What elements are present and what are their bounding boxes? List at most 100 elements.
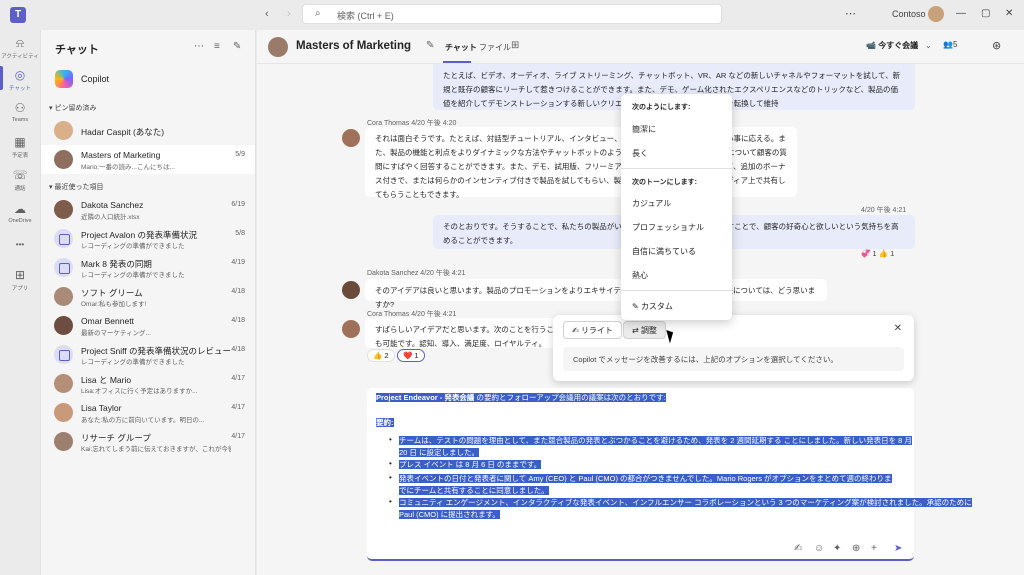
settings-more-button[interactable]: ⋯: [845, 7, 856, 20]
filter-icon[interactable]: ≡: [214, 41, 220, 52]
avatar: [54, 374, 73, 393]
chat-date: 4/17: [231, 404, 245, 411]
chat-date: 4/17: [231, 375, 245, 382]
people-button[interactable]: 👥5: [943, 40, 957, 49]
bell-icon: ⍾: [16, 36, 24, 50]
menu-item-confident[interactable]: 自信に満ちている: [632, 246, 696, 257]
meeting-chat-icon: [54, 258, 73, 277]
recent-section-header[interactable]: ▾ 最近使った項目: [49, 182, 103, 192]
reactions[interactable]: 💞 1 👍 1: [861, 249, 894, 258]
close-window-button[interactable]: ✕: [1005, 8, 1013, 19]
chat-name: Lisa Taylor: [81, 403, 122, 413]
adjust-button[interactable]: ⇄ 調整: [623, 321, 666, 339]
send-icon[interactable]: ➤: [894, 543, 902, 554]
back-arrow-icon[interactable]: ‹: [265, 8, 269, 20]
chat-preview: Omar:私も参加します!: [81, 301, 147, 308]
menu-item-custom[interactable]: ✎ カスタム: [632, 301, 673, 312]
page-title: Masters of Marketing: [296, 40, 412, 52]
copilot-hint: Copilot でメッセージを改善するには、上記のオプションを選択してください。: [563, 347, 904, 371]
menu-item-professional[interactable]: プロフェッショナル: [632, 222, 704, 233]
rail-label: OneDrive: [8, 218, 32, 224]
close-icon[interactable]: ✕: [894, 323, 902, 334]
rail-calls[interactable]: ☏ 通話: [0, 168, 40, 192]
rail-calendar[interactable]: ▦ 予定表: [0, 135, 40, 159]
bullet-text: でにチームと共有することに同意しました。: [399, 486, 549, 495]
add-icon[interactable]: +: [871, 543, 877, 554]
chat-preview: レコーディングの準備ができました: [81, 272, 185, 279]
chat-date: 4/17: [231, 433, 245, 440]
pinned-section-header[interactable]: ▾ ピン留め済み: [49, 103, 96, 113]
list-item[interactable]: Project Sniff の発表準備状況のレビュー レコーディングの準備ができ…: [41, 340, 255, 369]
menu-section-header: 次のトーンにします:: [632, 179, 697, 186]
menu-section-header: 次のようにします:: [632, 104, 691, 111]
avatar: [342, 129, 360, 147]
list-item[interactable]: Hadar Caspit (あなた): [41, 116, 255, 145]
copilot-compose-icon[interactable]: ✦: [833, 543, 841, 554]
message-meta: 4/20 午後 4:21: [861, 207, 907, 214]
search-input[interactable]: ⌕ 検索 (Ctrl + E): [302, 4, 722, 24]
apps-icon: ⊞: [14, 268, 26, 282]
reaction-like[interactable]: 👍 2: [367, 349, 395, 362]
reaction-heart[interactable]: ❤️ 1: [397, 349, 425, 362]
rewrite-button[interactable]: ✍ リライト: [563, 321, 622, 339]
menu-item-enthusiastic[interactable]: 熱心: [632, 270, 648, 281]
rail-onedrive[interactable]: ☁ OneDrive: [0, 202, 40, 224]
rail-label: アプリ: [11, 286, 29, 292]
list-item[interactable]: Mark 8 発表の同期 レコーディングの準備ができました 4/19: [41, 253, 255, 282]
meet-now-button[interactable]: 📹 今すぐ会議: [866, 40, 918, 51]
menu-item-concise[interactable]: 簡潔に: [632, 124, 656, 135]
avatar: [54, 316, 73, 335]
rail-label: 予定表: [11, 153, 29, 159]
rail-more[interactable]: •••: [0, 238, 40, 249]
copilot-item[interactable]: Copilot: [55, 70, 255, 92]
meet-now-label: 今すぐ会議: [878, 41, 919, 50]
list-item[interactable]: ソフト グリーム Omar:私も参加します! 4/18: [41, 282, 255, 311]
org-name[interactable]: Contoso: [892, 9, 926, 19]
chat-preview: レコーディングの準備ができました: [81, 359, 185, 366]
compose-line: 要約:: [376, 417, 394, 429]
minimize-button[interactable]: —: [956, 8, 966, 19]
format-icon[interactable]: ✍: [794, 543, 802, 554]
menu-item-casual[interactable]: カジュアル: [632, 198, 671, 209]
chat-preview: Lisa:オフィスに行く予定はありますか...: [81, 388, 198, 395]
avatar[interactable]: [928, 6, 944, 22]
app-rail: ⍾ アクティビティ ◎ チャット ⚇ Teams ▦ 予定表 ☏ 通話 ☁ On…: [0, 30, 40, 575]
rail-apps[interactable]: ⊞ アプリ: [0, 268, 40, 292]
bullet-text: コミュニティ エンゲージメント、インタラクティブな発表イベント、インフルエンサー…: [399, 498, 972, 507]
list-item[interactable]: Omar Bennett 最新のマーケティング... 4/18: [41, 311, 255, 340]
restore-button[interactable]: ▢: [981, 8, 990, 19]
chat-name: Omar Bennett: [81, 316, 134, 326]
new-chat-icon[interactable]: ✎: [233, 41, 241, 52]
tab-chat[interactable]: チャット: [445, 42, 477, 53]
avatar: [342, 320, 360, 338]
rail-chat[interactable]: ◎ チャット: [0, 68, 40, 92]
compose-box[interactable]: Project Endeavor - 発表会議 の要約とフォローアップ会議用の議…: [367, 388, 972, 561]
chevron-down-icon[interactable]: ⌄: [925, 41, 932, 50]
tab-files[interactable]: ファイル: [479, 42, 511, 53]
list-item[interactable]: Dakota Sanchez 近隣の人口統計.xlsx 6/19: [41, 195, 255, 224]
list-item[interactable]: Masters of Marketing Mario:一番の読み...こんにちは…: [41, 145, 255, 174]
edit-icon[interactable]: ✎: [426, 40, 434, 51]
copilot-chat-icon[interactable]: ⊛: [992, 39, 1001, 52]
list-item[interactable]: Lisa と Mario Lisa:オフィスに行く予定はありますか... 4/1…: [41, 369, 255, 398]
avatar: [54, 403, 73, 422]
rail-teams[interactable]: ⚇ Teams: [0, 101, 40, 123]
adjust-label: 調整: [640, 326, 657, 335]
menu-item-longer[interactable]: 長く: [632, 148, 648, 159]
add-tab-icon[interactable]: ⊞: [511, 40, 519, 51]
rail-activity[interactable]: ⍾ アクティビティ: [0, 36, 40, 60]
more-options-icon[interactable]: ⋯: [194, 41, 204, 52]
list-item[interactable]: リサーチ グループ Kai:忘れてしまう前に伝えておきますが、これが今後役立つ.…: [41, 427, 255, 456]
message-bubble: そのアイデアは良いと思います。製品のプロモーションをよりエキサイティングで魅力的…: [365, 279, 827, 309]
chat-header: Masters of Marketing ✎ チャット ファイル ⊞ 📹 今すぐ…: [257, 30, 1024, 64]
custom-label: カスタム: [640, 302, 673, 311]
cloud-icon: ☁: [14, 202, 26, 216]
compose-line: 発表イベントの日付と発表者に関して Amy (CEO) と Paul (CMO)…: [399, 473, 892, 485]
list-item[interactable]: Lisa Taylor あなた:私の方に前向いています。明日の... 4/17: [41, 398, 255, 427]
emoji-icon[interactable]: ☺: [814, 543, 824, 554]
list-item[interactable]: Project Avalon の発表準備状況 レコーディングの準備ができました …: [41, 224, 255, 253]
compose-line: Paul (CMO) に提出されます。: [399, 509, 500, 521]
loop-icon[interactable]: ⊕: [852, 543, 860, 554]
avatar: [342, 281, 360, 299]
forward-arrow-icon[interactable]: ›: [287, 8, 291, 20]
